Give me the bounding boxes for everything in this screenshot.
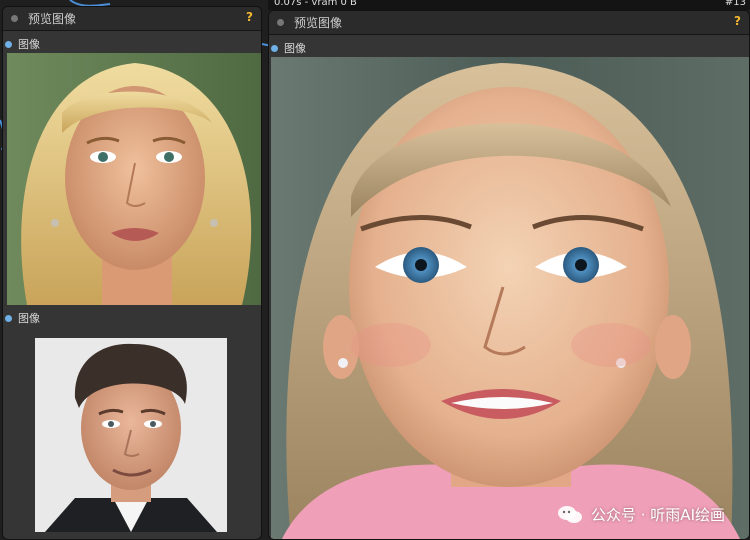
execution-time-label: 0.07s - vram 0 B	[274, 0, 357, 8]
help-icon[interactable]: ?	[246, 10, 253, 24]
preview-image-node-right[interactable]: 预览图像 ? 图像 公众号 · 听雨AI绘画	[268, 10, 750, 540]
image-input-slot[interactable]: 图像	[269, 39, 749, 57]
input-slot-dot-icon[interactable]	[271, 44, 278, 52]
help-icon[interactable]: ?	[734, 14, 741, 28]
preview-image-output: 公众号 · 听雨AI绘画	[271, 57, 749, 539]
collapse-dot-icon[interactable]	[11, 15, 18, 22]
collapse-dot-icon[interactable]	[277, 19, 284, 26]
execution-info-bar: 0.07s - vram 0 B #13	[268, 0, 750, 10]
node-id-badge: #13	[724, 0, 746, 8]
watermark: 公众号 · 听雨AI绘画	[557, 504, 725, 525]
input-slot-dot-icon[interactable]	[5, 40, 12, 48]
slot-label: 图像	[18, 38, 40, 51]
node-title-bar[interactable]: 预览图像 ?	[3, 7, 261, 31]
image-input-slot[interactable]: 图像	[3, 35, 261, 53]
preview-image-node-left[interactable]: 预览图像 ? 图像 图像	[2, 6, 262, 540]
preview-image-woman	[7, 53, 261, 305]
node-title: 预览图像	[28, 12, 77, 26]
input-slot-dot-icon[interactable]	[5, 314, 12, 322]
watermark-text: 公众号 · 听雨AI绘画	[591, 506, 725, 524]
preview-image-man	[35, 338, 227, 532]
image-input-slot[interactable]: 图像	[3, 309, 40, 327]
wechat-icon	[558, 505, 582, 523]
slot-label: 图像	[18, 312, 40, 325]
slot-label: 图像	[284, 42, 306, 55]
node-title-bar[interactable]: 预览图像 ?	[269, 11, 749, 35]
node-title: 预览图像	[294, 16, 343, 30]
